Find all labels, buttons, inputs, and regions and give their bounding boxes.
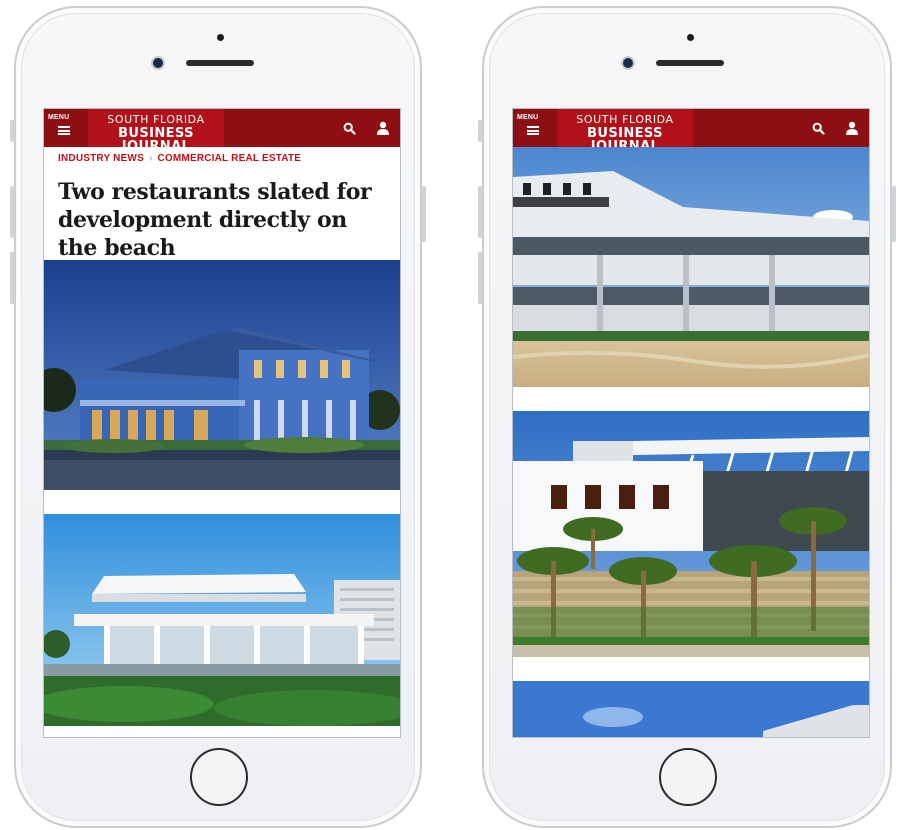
site-header: MENU SOUTH FLORIDA BUSINESS JOURNAL <box>44 109 400 153</box>
breadcrumb-industry-news[interactable]: INDUSTRY NEWS <box>58 153 144 164</box>
restaurant-rendering-dusk[interactable] <box>44 260 400 490</box>
user-icon[interactable] <box>845 121 859 135</box>
mute-switch <box>10 120 15 142</box>
site-header: MENU SOUTH FLORIDA BUSINESS JOURNAL <box>513 109 869 153</box>
menu-label: MENU <box>517 114 539 121</box>
image-gap <box>513 387 869 411</box>
breadcrumb-commercial-real-estate[interactable]: COMMERCIAL REAL ESTATE <box>157 153 301 164</box>
beach-pavilion-rendering[interactable] <box>44 514 400 726</box>
menu-button[interactable]: MENU <box>48 114 78 142</box>
phone-left: MENU SOUTH FLORIDA BUSINESS JOURNAL INDU… <box>10 6 426 828</box>
site-logo[interactable]: SOUTH FLORIDA BUSINESS JOURNAL <box>88 109 224 153</box>
power-button <box>891 186 896 242</box>
home-button-icon[interactable] <box>190 748 248 806</box>
volume-up-button <box>10 186 15 238</box>
speaker-icon <box>656 60 724 66</box>
sensor-icon <box>217 34 224 41</box>
volume-down-button <box>478 252 483 304</box>
camera-icon <box>153 58 163 68</box>
logo-line1: SOUTH FLORIDA <box>107 113 205 126</box>
phone-right: MENU SOUTH FLORIDA BUSINESS JOURNAL <box>478 6 896 828</box>
camera-icon <box>623 58 633 68</box>
logo-line2: BUSINESS JOURNAL <box>118 126 194 154</box>
home-button-icon[interactable] <box>659 748 717 806</box>
breadcrumb-separator: › <box>148 153 153 164</box>
menu-label: MENU <box>48 114 70 121</box>
image-gap <box>513 657 869 681</box>
volume-down-button <box>10 252 15 304</box>
partial-rendering[interactable] <box>513 681 869 737</box>
menu-icon <box>58 126 70 135</box>
screen-left: MENU SOUTH FLORIDA BUSINESS JOURNAL INDU… <box>43 108 401 738</box>
user-icon[interactable] <box>376 121 390 135</box>
modern-restaurant-sand-rendering[interactable] <box>513 147 869 387</box>
volume-up-button <box>478 186 483 238</box>
image-gap <box>44 490 400 514</box>
search-icon[interactable] <box>812 122 825 135</box>
site-logo[interactable]: SOUTH FLORIDA BUSINESS JOURNAL <box>557 109 693 153</box>
search-icon[interactable] <box>343 122 356 135</box>
mute-switch <box>478 120 483 142</box>
menu-button[interactable]: MENU <box>517 114 547 142</box>
sensor-icon <box>687 34 694 41</box>
screen-right: MENU SOUTH FLORIDA BUSINESS JOURNAL <box>512 108 870 738</box>
palm-tree-restaurant-rendering[interactable] <box>513 411 869 657</box>
speaker-icon <box>186 60 254 66</box>
power-button <box>421 186 426 242</box>
article-headline: Two restaurants slated for development d… <box>58 179 372 261</box>
logo-line1: SOUTH FLORIDA <box>576 113 674 126</box>
menu-icon <box>527 126 539 135</box>
